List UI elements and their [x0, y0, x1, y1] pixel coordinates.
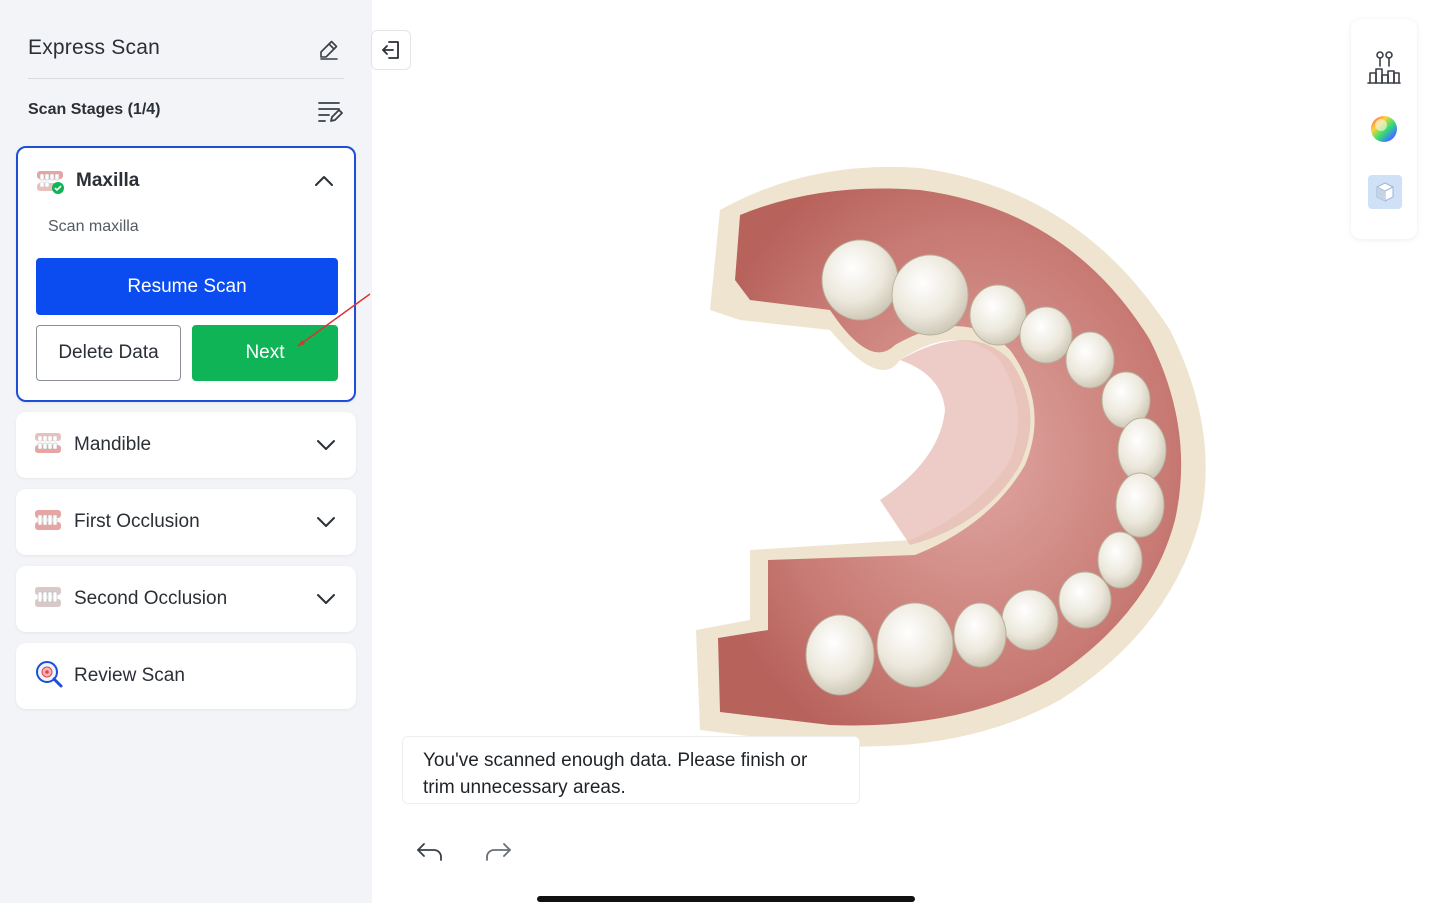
chevron-down-icon[interactable]	[314, 587, 338, 611]
undo-button[interactable]	[402, 826, 458, 882]
sidebar-header: Express Scan	[28, 28, 344, 79]
review-scan-icon	[34, 659, 64, 694]
redo-button[interactable]	[470, 826, 526, 882]
stage-title-review-scan: Review Scan	[74, 665, 185, 686]
exit-icon[interactable]	[371, 30, 411, 70]
scan-status-message: You've scanned enough data. Please finis…	[402, 736, 860, 804]
stage-title-second-occlusion: Second Occlusion	[74, 588, 228, 609]
sidebar: Express Scan Scan Stages (1/4) Maxilla S…	[0, 0, 372, 903]
cube-view-icon[interactable]	[1368, 175, 1402, 209]
trim-tool-icon[interactable]	[1366, 47, 1402, 87]
home-indicator[interactable]	[537, 896, 915, 902]
color-wheel-icon[interactable]	[1369, 114, 1399, 144]
redo-icon	[483, 840, 513, 869]
occlusion-icon	[34, 507, 64, 538]
teeth-lower-icon	[34, 430, 64, 461]
stage-card-second-occlusion[interactable]: Second Occlusion	[16, 566, 356, 632]
chevron-down-icon[interactable]	[314, 433, 338, 457]
tool-tray	[1351, 19, 1417, 239]
stage-card-first-occlusion[interactable]: First Occlusion	[16, 489, 356, 555]
edit-icon[interactable]	[316, 36, 342, 62]
scan-stages-label: Scan Stages (1/4)	[28, 101, 161, 118]
dental-model-view[interactable]	[680, 160, 1240, 760]
chevron-down-icon[interactable]	[314, 510, 338, 534]
undo-icon	[415, 840, 445, 869]
delete-data-button[interactable]: Delete Data	[36, 325, 181, 381]
stage-card-mandible[interactable]: Mandible	[16, 412, 356, 478]
stage-title-maxilla: Maxilla	[76, 170, 140, 191]
stage-subtitle: Scan maxilla	[48, 218, 139, 235]
stage-title-first-occlusion: First Occlusion	[74, 511, 200, 532]
stage-card-maxilla: Maxilla Scan maxilla Resume Scan Delete …	[16, 146, 356, 402]
edit-stages-icon[interactable]	[316, 99, 344, 125]
teeth-upper-icon	[36, 168, 66, 194]
annotation-arrow	[297, 293, 371, 347]
stage-card-review-scan[interactable]: Review Scan	[16, 643, 356, 709]
chevron-up-icon[interactable]	[312, 169, 336, 193]
app-title: Express Scan	[28, 36, 160, 59]
occlusion-icon	[34, 584, 64, 615]
stage-title-mandible: Mandible	[74, 434, 152, 455]
